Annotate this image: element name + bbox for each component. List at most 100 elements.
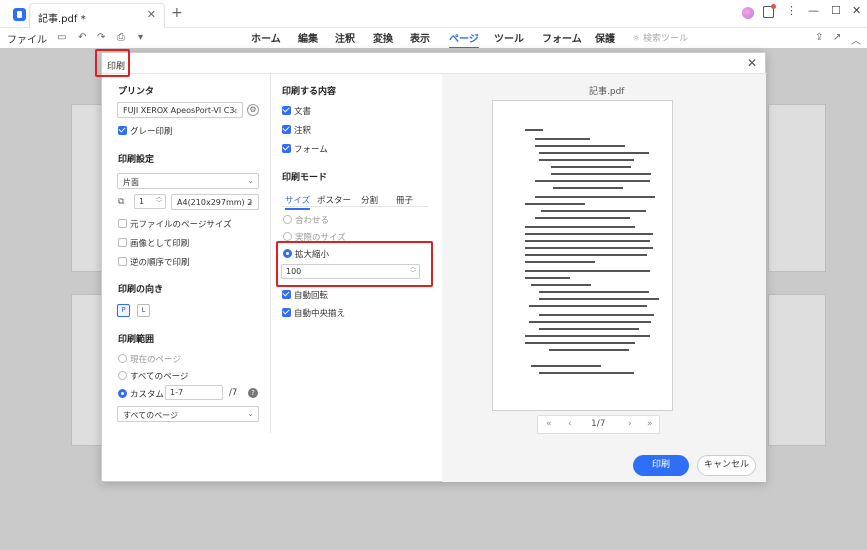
print-as-image-checkbox[interactable] [118, 238, 127, 247]
preview-text-line [525, 129, 543, 131]
custom-range-input[interactable]: 1-7 [165, 385, 223, 400]
preview-text-line [553, 187, 623, 189]
tab-annotate[interactable]: 注釈 [335, 30, 355, 45]
paper-size-select[interactable]: A4(210x297mm) 2 ⌄ [171, 194, 259, 210]
file-menu[interactable]: ファイル [7, 31, 47, 46]
fit-radio[interactable] [283, 215, 292, 224]
tab-size[interactable]: サイズ [285, 194, 311, 210]
page-subset-select[interactable]: すべてのページ ⌄ [117, 406, 259, 422]
orientation-title: 印刷の向き [118, 285, 164, 295]
preview-text-line [539, 328, 639, 330]
preview-pager: « ‹ 1/7 › » [537, 415, 660, 434]
preview-text-line [535, 217, 630, 219]
preview-text-line [539, 291, 649, 293]
preview-text-line [525, 277, 570, 279]
info-icon[interactable]: ? [248, 388, 258, 398]
document-checkbox[interactable] [282, 106, 291, 115]
preview-text-line [529, 305, 647, 307]
auto-center-checkbox[interactable] [282, 308, 291, 317]
copies-value: 1 [139, 197, 145, 206]
preview-text-line [541, 210, 646, 212]
reverse-order-checkbox[interactable] [118, 257, 127, 266]
preview-text-line [525, 342, 635, 344]
more-menu-icon[interactable]: ⋮ [786, 4, 797, 17]
preview-text-line [551, 166, 631, 168]
prev-page-icon[interactable]: ‹ [568, 419, 572, 429]
forms-checkbox[interactable] [282, 144, 291, 153]
window-close-icon[interactable]: ✕ [852, 4, 861, 17]
upload-icon[interactable]: ⇪ [815, 32, 823, 43]
custom-range-value: 1-7 [170, 388, 184, 397]
tab-split[interactable]: 分割 [361, 194, 378, 206]
chevron-down-icon: ⌄ [231, 105, 238, 114]
preview-text-line [525, 247, 653, 249]
print-dialog: 印刷 ✕ プリンタ FUJI XEROX ApeosPort-VI C3: ⌄ … [95, 49, 767, 482]
tab-poster[interactable]: ポスター [317, 194, 351, 206]
all-pages-radio[interactable] [118, 371, 127, 380]
redo-icon[interactable]: ↷ [97, 32, 105, 43]
cancel-button[interactable]: キャンセル [697, 455, 756, 476]
collapse-icon[interactable]: ︿ [851, 32, 861, 47]
preview-text-line [525, 233, 653, 235]
share-icon[interactable]: ↗ [833, 32, 841, 43]
sides-select[interactable]: 片面 ⌄ [117, 173, 259, 189]
forms-label: フォーム [294, 145, 328, 155]
next-page-icon[interactable]: › [628, 419, 632, 429]
print-button[interactable]: 印刷 [633, 455, 689, 476]
title-bar: 記事.pdf * ✕ + ⋮ — ☐ ✕ [0, 0, 867, 28]
copies-stepper[interactable]: 1 ︿ ﹀ [134, 194, 166, 209]
column-divider [270, 74, 271, 433]
landscape-button[interactable]: L [137, 304, 150, 317]
search-tools-button[interactable]: ☼ 検索ツール [632, 31, 688, 44]
quick-access-dropdown-icon[interactable]: ▾ [138, 32, 143, 43]
preview-text-line [535, 180, 650, 182]
minimize-icon[interactable]: — [808, 4, 819, 17]
copies-icon: ⧉ [118, 197, 125, 207]
preview-title: 記事.pdf [589, 87, 625, 97]
custom-range-label: カスタム [130, 390, 165, 400]
original-page-size-checkbox[interactable] [118, 219, 127, 228]
stepper-arrows-icon[interactable]: ︿ ﹀ [156, 195, 162, 207]
preview-text-line [539, 298, 659, 300]
preview-text-line [535, 145, 625, 147]
lightbulb-icon: ☼ [632, 34, 641, 44]
tab-tools[interactable]: ツール [494, 30, 524, 45]
tab-form[interactable]: フォーム [542, 30, 582, 45]
auto-rotate-checkbox[interactable] [282, 290, 291, 299]
tab-page[interactable]: ページ [449, 30, 479, 49]
tab-booklet[interactable]: 冊子 [396, 194, 413, 206]
actual-size-radio[interactable] [283, 232, 292, 241]
custom-range-radio[interactable] [118, 389, 127, 398]
preview-text-line [535, 196, 655, 198]
tab-home[interactable]: ホーム [251, 30, 281, 45]
close-tab-icon[interactable]: ✕ [147, 8, 156, 21]
annotations-checkbox[interactable] [282, 125, 291, 134]
tab-convert[interactable]: 変換 [373, 30, 393, 45]
avatar[interactable] [742, 7, 754, 19]
dialog-close-icon[interactable]: ✕ [747, 56, 757, 70]
save-icon[interactable]: ▭ [57, 32, 66, 43]
grayscale-checkbox[interactable] [118, 126, 127, 135]
current-page-radio[interactable] [118, 354, 127, 363]
first-page-icon[interactable]: « [546, 419, 552, 429]
new-tab-icon[interactable]: + [171, 5, 183, 21]
print-icon[interactable]: ⎙ [117, 32, 125, 43]
last-page-icon[interactable]: » [647, 419, 653, 429]
current-page-label: 現在のページ [130, 355, 181, 365]
fit-label: 合わせる [295, 216, 330, 226]
undo-icon[interactable]: ↶ [78, 32, 86, 43]
printer-select[interactable]: FUJI XEROX ApeosPort-VI C3: ⌄ [117, 102, 243, 118]
tab-view[interactable]: 表示 [410, 30, 430, 45]
printer-settings-icon[interactable]: ⚙ [247, 104, 259, 116]
maximize-icon[interactable]: ☐ [831, 4, 841, 17]
notification-icon[interactable] [763, 4, 776, 18]
portrait-button[interactable]: P [117, 304, 130, 317]
custom-range-total: /7 [229, 388, 238, 398]
tab-edit[interactable]: 編集 [298, 30, 318, 45]
preview-text-line [549, 349, 629, 351]
print-as-image-label: 画像として印刷 [130, 239, 190, 249]
tab-protect[interactable]: 保護 [595, 30, 615, 45]
print-range-title: 印刷範囲 [118, 335, 155, 345]
preview-text-line [529, 321, 651, 323]
document-tab[interactable]: 記事.pdf * ✕ [29, 3, 165, 28]
